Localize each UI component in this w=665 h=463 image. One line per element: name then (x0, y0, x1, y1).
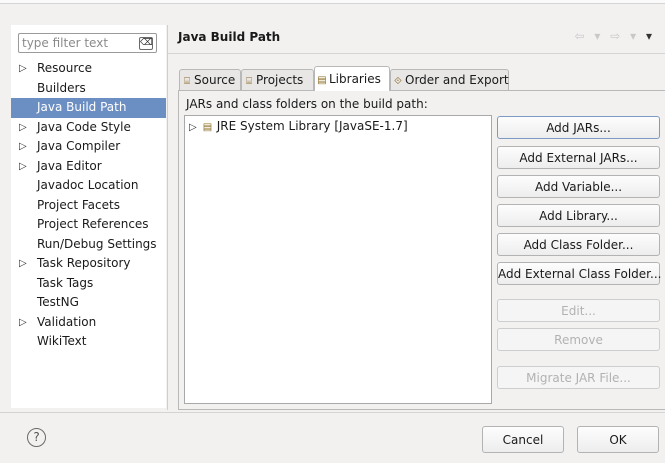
filter-placeholder: type filter text (22, 36, 109, 50)
expand-arrow-icon[interactable]: ▷ (19, 118, 27, 138)
tree-item-label: Project References (37, 217, 149, 231)
order-export-icon: ⟐ (394, 76, 402, 87)
tree-item-label: Java Editor (37, 158, 102, 173)
tree-item-project-references[interactable]: Project References (11, 215, 166, 235)
tree-item-task-repository[interactable]: ▷ Task Repository (11, 254, 166, 274)
library-icon: ▤ (202, 122, 213, 133)
tree-item-resource[interactable]: ▷ Resource (11, 59, 166, 79)
tree-item-label: Task Repository (37, 256, 131, 270)
edit-button[interactable]: Edit... (497, 299, 660, 322)
properties-tree-pane: type filter text ⌫ ▷ Resource Builders Ja… (11, 25, 166, 408)
tree-item-javadoc-location[interactable]: Javadoc Location (11, 176, 166, 196)
tab-projects[interactable]: ⌸ Projects (241, 69, 314, 90)
libraries-caption: JARs and class folders on the build path… (186, 97, 428, 111)
add-class-folder-button[interactable]: Add Class Folder... (497, 233, 660, 256)
list-item[interactable]: ▷ ▤ JRE System Library [JavaSE-1.7] (189, 119, 408, 133)
back-arrow-icon[interactable]: ⇦ (574, 29, 587, 43)
library-label: JRE System Library [JavaSE-1.7] (216, 119, 408, 133)
tree-item-java-code-style[interactable]: ▷ Java Code Style (11, 118, 166, 138)
expand-arrow-icon[interactable]: ▷ (19, 313, 27, 333)
project-icon: ⌸ (246, 76, 252, 87)
forward-arrow-icon[interactable]: ⇨ (610, 29, 623, 43)
tree-item-validation[interactable]: ▷ Validation (11, 313, 166, 333)
add-external-jars-button[interactable]: Add External JARs... (497, 146, 660, 169)
library-icon: ▤ (317, 75, 327, 86)
add-jars-button[interactable]: Add JARs... (497, 116, 660, 139)
help-icon[interactable]: ? (27, 428, 46, 447)
tree-item-java-editor[interactable]: ▷ Java Editor (11, 157, 166, 177)
tree-item-java-build-path[interactable]: Java Build Path (11, 98, 166, 118)
expand-arrow-icon[interactable]: ▷ (19, 137, 27, 157)
dialog-top-border (0, 0, 665, 4)
cancel-button[interactable]: Cancel (482, 426, 564, 453)
tree-item-label: Javadoc Location (37, 178, 139, 192)
footer-divider (0, 412, 665, 413)
tree-item-label: Builders (37, 80, 86, 95)
tree-item-label: Project Facets (37, 197, 120, 212)
tree-item-label: Validation (37, 314, 97, 329)
page-title: Java Build Path (178, 30, 281, 44)
source-folder-icon: ⌸ (184, 76, 190, 87)
tree-item-label: Java Code Style (37, 119, 131, 134)
tree-item-run-debug-settings[interactable]: Run/Debug Settings (11, 235, 166, 255)
clear-filter-icon[interactable]: ⌫ (139, 37, 153, 50)
ok-button[interactable]: OK (577, 426, 659, 453)
remove-button[interactable]: Remove (497, 328, 660, 351)
expand-arrow-icon[interactable]: ▷ (19, 59, 27, 79)
tree-item-builders[interactable]: Builders (11, 79, 166, 99)
page-navigation: ⇦ ▾ ⇨ ▾ ▾ (574, 29, 655, 43)
tab-order-and-export[interactable]: ⟐ Order and Export (390, 69, 509, 90)
tree-item-label: WikiText (37, 334, 87, 348)
migrate-jar-button[interactable]: Migrate JAR File... (497, 366, 660, 389)
tree-item-label: Java Compiler (37, 139, 121, 153)
tab-label: Order and Export (405, 73, 509, 87)
forward-dropdown-icon[interactable]: ▾ (630, 29, 639, 43)
tree-item-java-compiler[interactable]: ▷ Java Compiler (11, 137, 166, 157)
tree-item-task-tags[interactable]: Task Tags (11, 274, 166, 294)
properties-tree: ▷ Resource Builders Java Build Path ▷ Java… (11, 59, 166, 352)
view-menu-icon[interactable]: ▾ (646, 29, 655, 43)
tab-source[interactable]: ⌸ Source (179, 69, 241, 90)
tree-item-label: TestNG (37, 295, 79, 309)
expand-arrow-icon[interactable]: ▷ (189, 122, 197, 133)
libraries-list[interactable]: ▷ ▤ JRE System Library [JavaSE-1.7] (184, 115, 492, 404)
tree-item-wikitext[interactable]: WikiText (11, 332, 166, 352)
tree-item-label: Task Tags (37, 275, 94, 290)
add-variable-button[interactable]: Add Variable... (497, 175, 660, 198)
properties-dialog: type filter text ⌫ ▷ Resource Builders Ja… (0, 0, 665, 463)
tree-item-label: Java Build Path (37, 100, 127, 114)
back-dropdown-icon[interactable]: ▾ (594, 29, 603, 43)
title-divider (168, 53, 665, 54)
tree-item-label: Run/Debug Settings (37, 236, 157, 251)
tab-label: Source (194, 73, 236, 87)
tab-label: Projects (256, 73, 304, 87)
add-external-class-folder-button[interactable]: Add External Class Folder... (497, 262, 661, 285)
pane-divider[interactable] (167, 25, 168, 410)
tab-label: Libraries (329, 72, 381, 86)
filter-input[interactable]: type filter text ⌫ (18, 33, 157, 53)
add-library-button[interactable]: Add Library... (497, 204, 660, 227)
tree-item-label: Resource (37, 61, 93, 75)
expand-arrow-icon[interactable]: ▷ (19, 157, 27, 177)
tree-item-testng[interactable]: TestNG (11, 293, 166, 313)
tab-libraries[interactable]: ▤ Libraries (314, 66, 390, 91)
tree-item-project-facets[interactable]: Project Facets (11, 196, 166, 216)
expand-arrow-icon[interactable]: ▷ (19, 254, 27, 274)
